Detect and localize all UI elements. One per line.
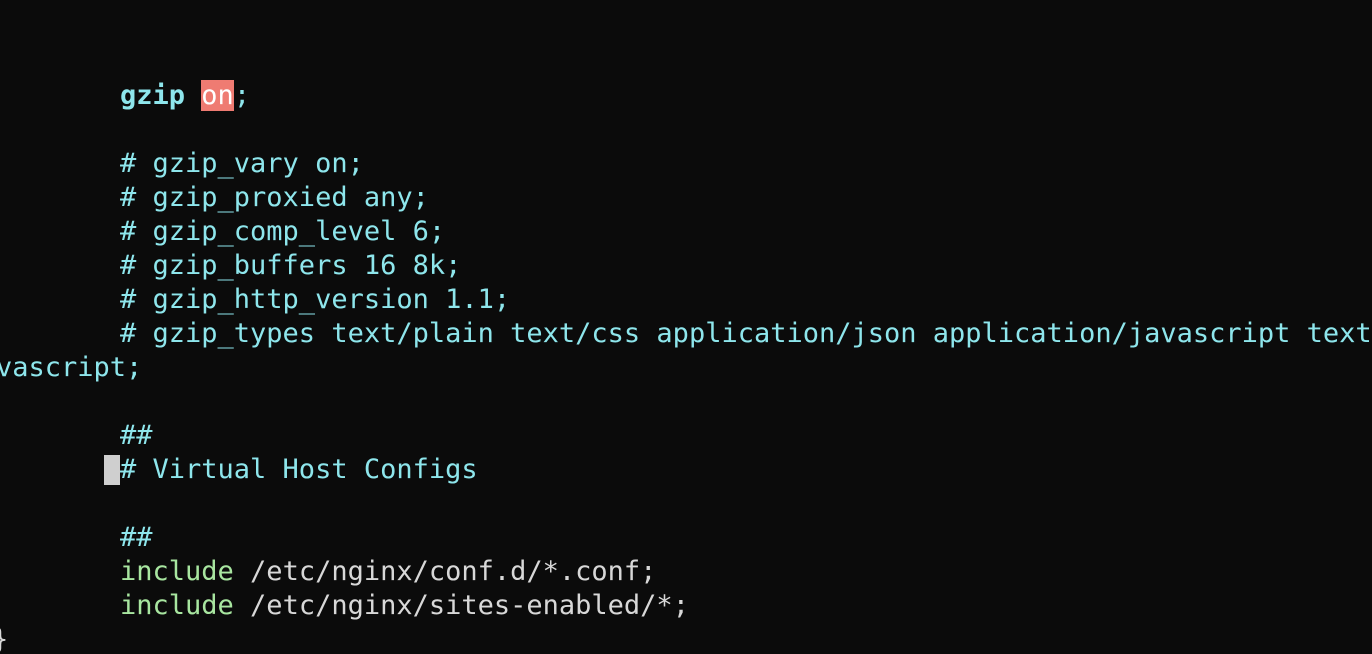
section-header-bottom-text: ## xyxy=(120,522,153,553)
comment-text: # gzip_types text/plain text/css applica… xyxy=(120,318,1372,349)
comment-line: # gzip_proxied any; xyxy=(0,147,429,213)
section-header-top: ## xyxy=(0,385,153,451)
wrapped-continuation: vascript; xyxy=(0,352,143,383)
comment-text: # gzip_http_version 1.1; xyxy=(120,284,511,315)
include-keyword: include xyxy=(120,590,234,621)
comment-line: # gzip_http_version 1.1; xyxy=(0,249,510,315)
section-header-bottom: ## xyxy=(0,453,153,553)
terminal-editor[interactable]: gzip on; # gzip_vary on; # gzip_proxied … xyxy=(0,0,1372,654)
wrapped-line: vascript; xyxy=(0,317,142,383)
comment-text: # gzip_comp_level 6; xyxy=(120,216,446,247)
include-path: /etc/nginx/conf.d/*.conf; xyxy=(233,556,657,587)
include-line: include /etc/nginx/sites-enabled/*; xyxy=(0,555,689,621)
gzip-line: gzip on; xyxy=(0,45,250,111)
comment-text: # gzip_proxied any; xyxy=(120,182,429,213)
comment-line: # gzip_vary on; xyxy=(0,113,364,179)
text-cursor xyxy=(104,455,120,485)
include-keyword: include xyxy=(120,556,234,587)
gzip-terminator: ; xyxy=(233,80,251,111)
section-header-title: # Virtual Host Configs xyxy=(0,419,478,485)
comment-line: # gzip_types text/plain text/css applica… xyxy=(0,283,1372,349)
comment-line: # gzip_buffers 16 8k; xyxy=(0,215,461,281)
search-highlight: on xyxy=(201,80,234,111)
comment-text: # gzip_buffers 16 8k; xyxy=(120,250,462,281)
section-header-top-text: ## xyxy=(120,420,153,451)
comment-text: # gzip_vary on; xyxy=(120,148,364,179)
gzip-directive: gzip xyxy=(120,80,186,111)
include-path: /etc/nginx/sites-enabled/*; xyxy=(233,590,689,621)
comment-line: # gzip_comp_level 6; xyxy=(0,181,445,247)
include-line: include /etc/nginx/conf.d/*.conf; xyxy=(0,521,656,587)
closing-line: } xyxy=(0,589,65,654)
section-header-title-text: # Virtual Host Configs xyxy=(120,454,478,485)
closing-brace: } xyxy=(0,623,8,654)
